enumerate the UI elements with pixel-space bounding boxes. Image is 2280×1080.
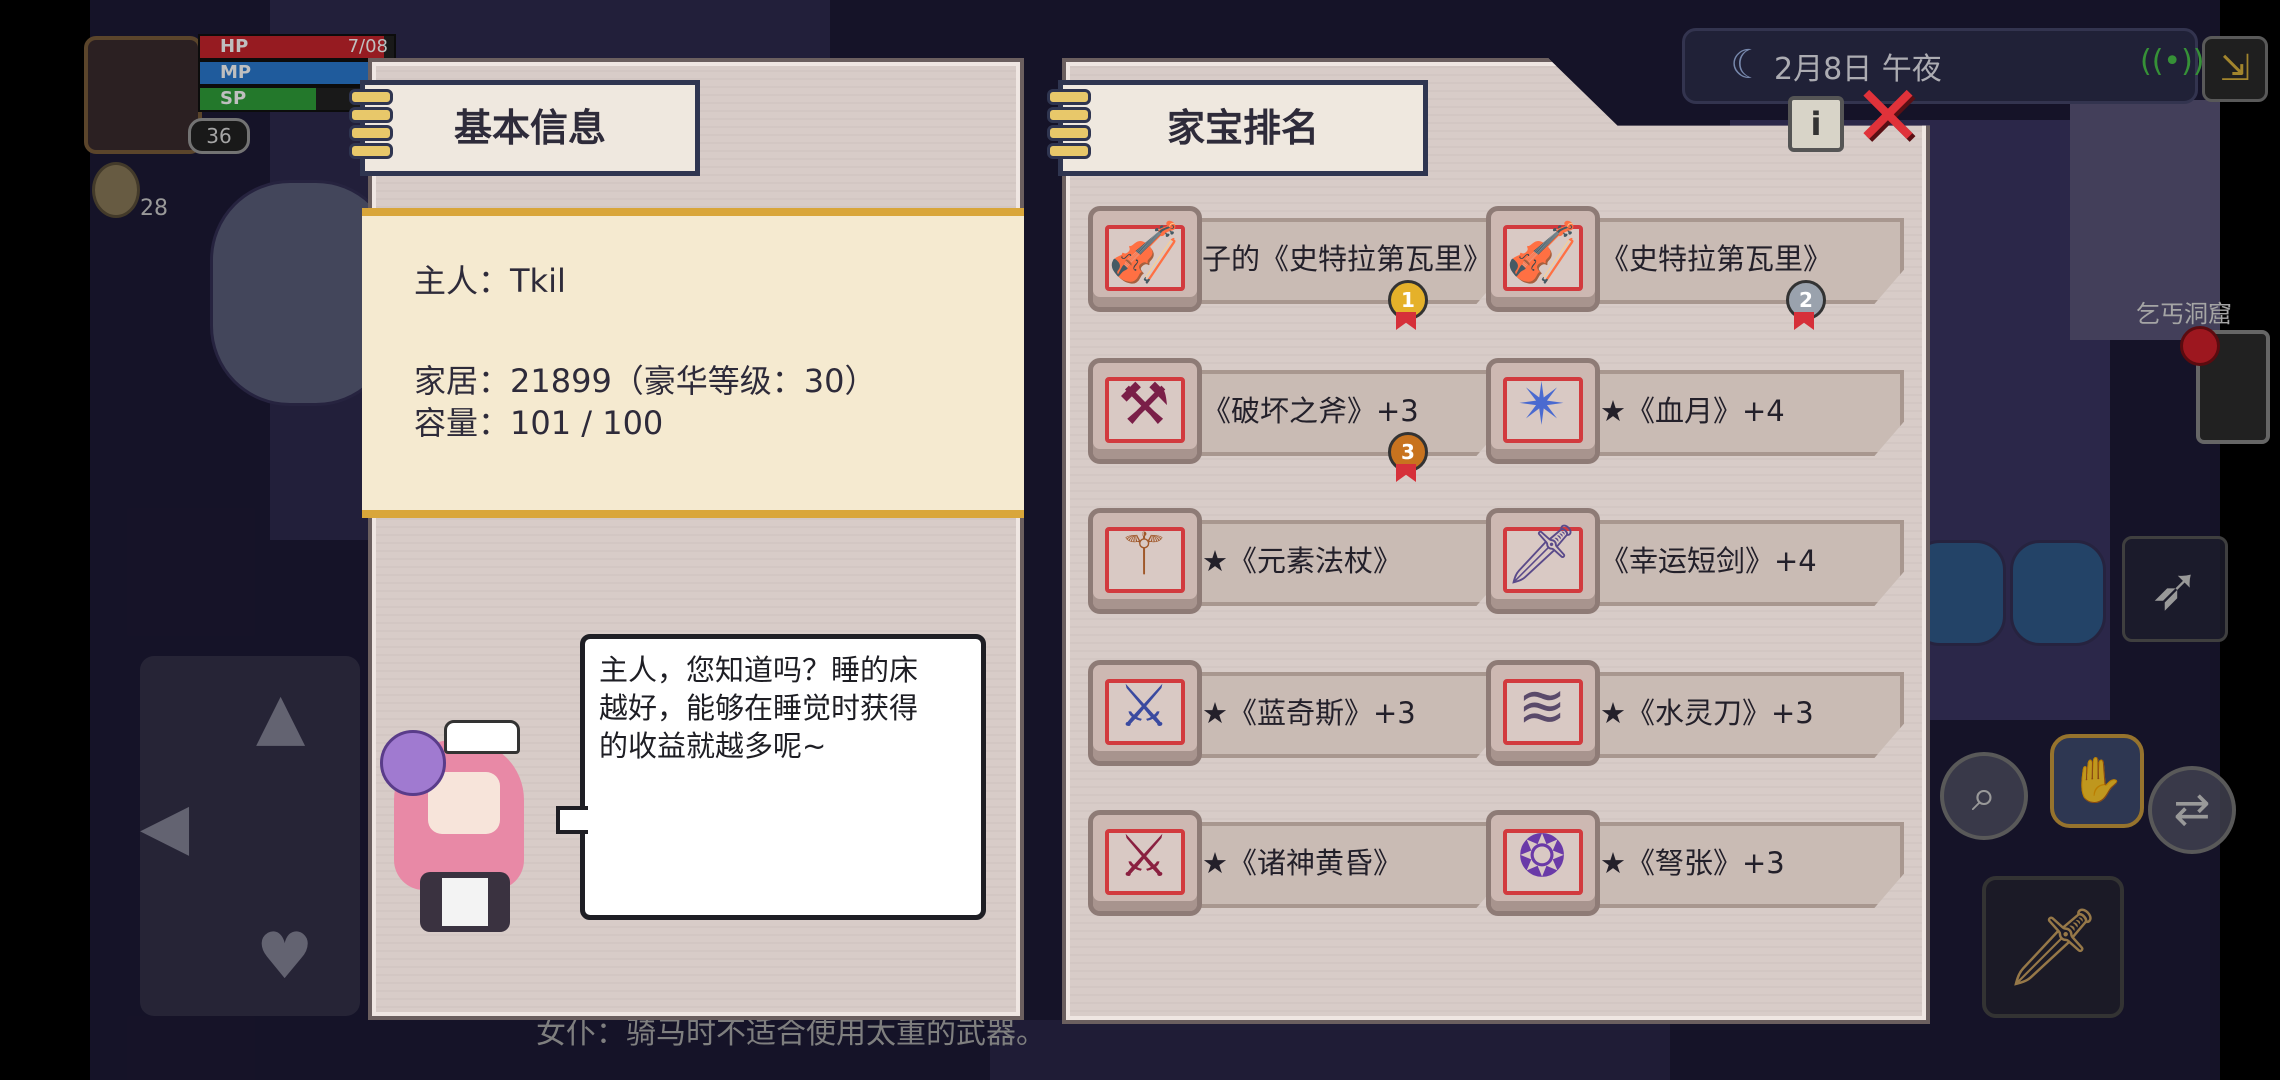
- heirloom-ranking-tab: 家宝排名: [1047, 80, 1428, 176]
- greatsword-icon: ⚔: [1118, 822, 1170, 890]
- item-label: ★《弩张》+3: [1600, 846, 1785, 880]
- heirloom-item[interactable]: ★《水灵刀》+3 ≋: [1486, 660, 1904, 766]
- violin-icon: 🎻: [1107, 218, 1181, 286]
- maid-character: [380, 712, 550, 942]
- violin-icon: 🎻: [1505, 218, 1579, 286]
- furniture-line: 家居：21899（豪华等级：30）: [414, 362, 877, 400]
- dagger-icon: 🗡: [1505, 520, 1579, 588]
- close-button[interactable]: ✕: [1850, 74, 1926, 158]
- axe-icon: ⚒: [1118, 370, 1170, 438]
- speech-bubble: 主人，您知道吗？睡的床 越好，能够在睡觉时获得 的收益就越多呢~: [580, 634, 986, 920]
- capacity-line: 容量：101 / 100: [414, 404, 664, 442]
- staff-icon: ⚚: [1118, 520, 1170, 588]
- heirloom-item[interactable]: ★《元素法杖》 ⚚: [1088, 508, 1506, 614]
- heirloom-item[interactable]: 《幸运短剑》+4 🗡: [1486, 508, 1904, 614]
- rank-medal-icon: 2: [1786, 280, 1826, 330]
- claw-icon: ≋: [1517, 672, 1567, 740]
- basic-info-tab: 基本信息: [349, 80, 700, 176]
- owner-line: 主人：Tkil: [414, 262, 566, 300]
- heirloom-item[interactable]: 《史特拉第瓦里》 🎻: [1486, 206, 1904, 312]
- info-button[interactable]: i: [1788, 96, 1844, 152]
- item-label: 《史特拉第瓦里》: [1600, 242, 1833, 276]
- item-label: ★《诸神黄昏》: [1202, 846, 1402, 880]
- flower-bow-icon: [380, 730, 446, 796]
- item-label: ★《血月》+4: [1600, 394, 1785, 428]
- heirloom-item[interactable]: ★《弩张》+3 ❂: [1486, 810, 1904, 916]
- heirloom-item[interactable]: ★《蓝奇斯》+3 ⚔: [1088, 660, 1506, 766]
- amulet-icon: ❂: [1517, 822, 1567, 890]
- basic-info-title: 基本信息: [453, 106, 606, 150]
- heirloom-item[interactable]: 《破坏之斧》+3 ⚒: [1088, 358, 1506, 464]
- rank-medal-icon: 1: [1388, 280, 1428, 330]
- maid-speech-text: 主人，您知道吗？睡的床 越好，能够在睡觉时获得 的收益就越多呢~: [599, 653, 919, 763]
- heirloom-item[interactable]: ★《血月》+4 ✴: [1486, 358, 1904, 464]
- speech-bubble-tail: [556, 806, 588, 834]
- heirloom-item[interactable]: ★《诸神黄昏》 ⚔: [1088, 810, 1506, 916]
- item-label: 子的《史特拉第瓦里》: [1202, 242, 1492, 276]
- item-label: 《破坏之斧》+3: [1202, 394, 1419, 428]
- item-label: ★《蓝奇斯》+3: [1202, 696, 1416, 730]
- item-label: ★《水灵刀》+3: [1600, 696, 1814, 730]
- owner-info-box: 主人：Tkil 家居：21899（豪华等级：30） 容量：101 / 100: [362, 208, 1024, 518]
- shuriken-icon: ✴: [1517, 370, 1567, 438]
- heirloom-ranking-title: 家宝排名: [1166, 106, 1319, 150]
- item-label: 《幸运短剑》+4: [1600, 544, 1817, 578]
- heirloom-item[interactable]: 子的《史特拉第瓦里》 🎻: [1088, 206, 1506, 312]
- rank-medal-icon: 3: [1388, 432, 1428, 482]
- item-label: ★《元素法杖》: [1202, 544, 1402, 578]
- halberd-icon: ⚔: [1118, 672, 1170, 740]
